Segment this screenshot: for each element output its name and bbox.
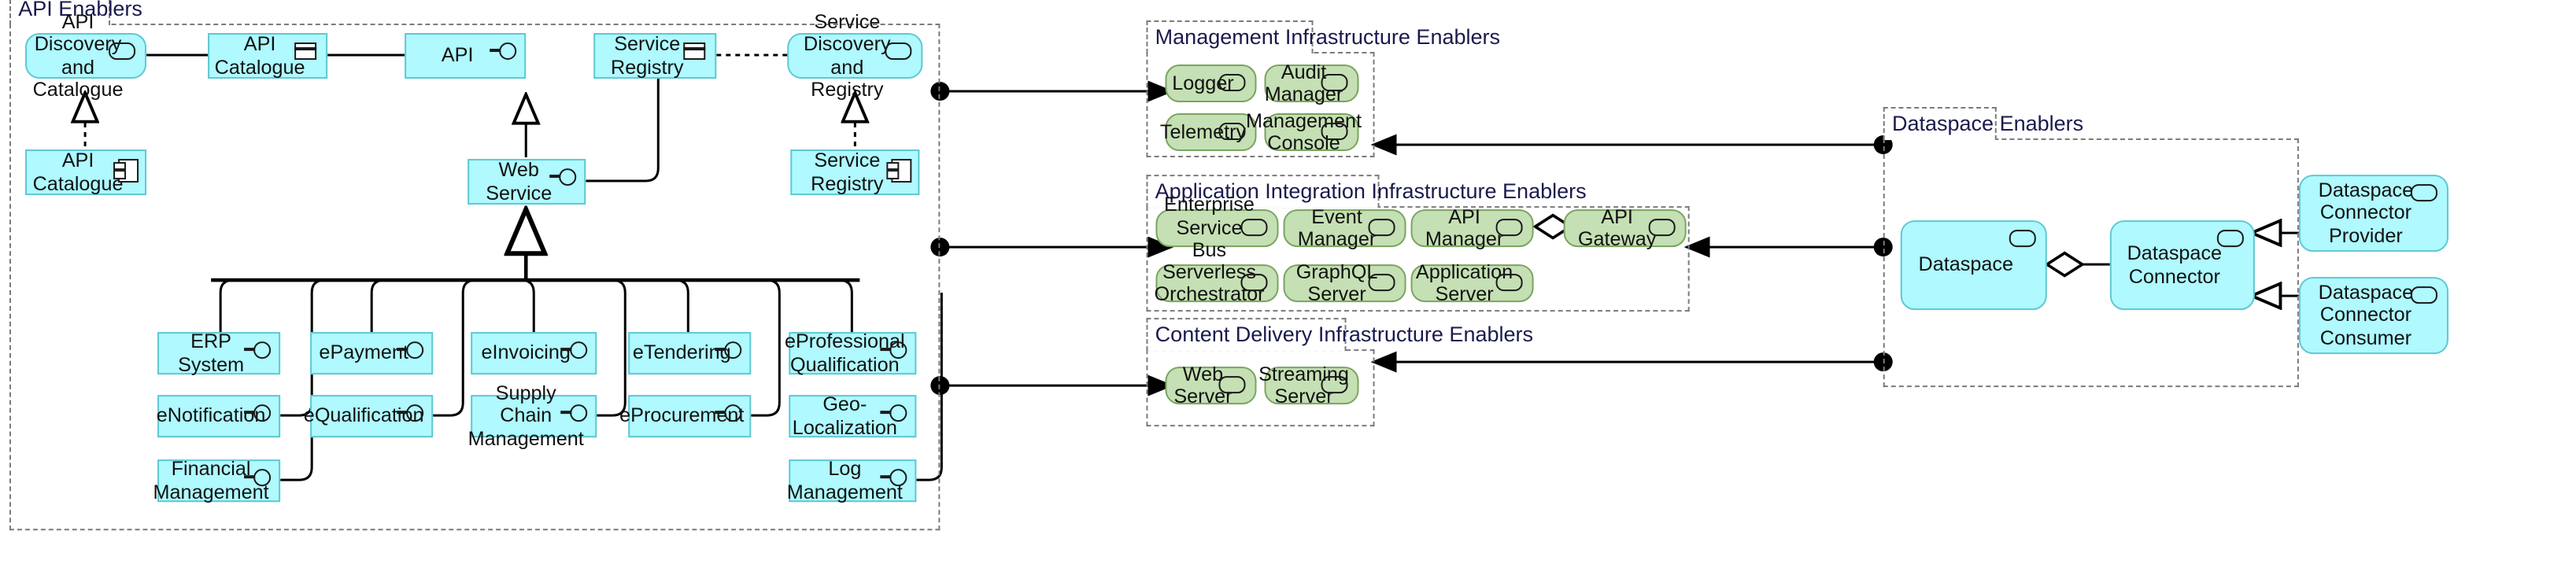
interface-icon [244,469,272,487]
node-api-discovery-and-catalogue[interactable]: API Discovery and Catalogue [25,10,147,101]
node-icon [294,42,317,61]
node-label: eInvoicing [481,341,571,364]
node-dataspace-connector-provider[interactable]: Dataspace Connector Provider [2298,175,2448,253]
interface-icon [880,341,907,359]
node-etendering[interactable]: eTendering [628,332,752,375]
interface-icon [244,404,272,422]
service-icon [1321,376,1348,394]
node-serverless-orchestrator[interactable]: Serverless Orchestrator [1154,260,1279,305]
node-management-console[interactable]: Management Console [1246,109,1362,154]
node-icon [683,42,706,61]
interface-icon [880,469,907,487]
group-label-management-infrastructure: Management Infrastructure Enablers [1145,20,1500,54]
interface-icon [490,42,517,61]
interface-icon [397,341,424,359]
node-financial-management[interactable]: Financial Management [153,458,281,503]
node-eprocurement[interactable]: eProcurement [619,395,752,438]
node-log-management[interactable]: Log Management [787,458,917,503]
component-icon [886,159,912,183]
interface-icon [880,404,907,422]
node-epayment[interactable]: ePayment [310,332,434,375]
interface-icon [549,168,577,186]
node-service-registry-service[interactable]: Service Registry [593,33,717,79]
node-label: API Gateway [1577,205,1657,251]
node-label: Dataspace Connector [2127,242,2223,288]
node-service-discovery-and-registry[interactable]: Service Discovery and Registry [787,10,923,101]
service-icon [2410,184,2437,202]
service-icon [1240,219,1268,237]
node-label: Web Service [486,159,553,205]
service-icon [1240,274,1268,292]
service-icon [2216,230,2244,248]
service-icon [1495,219,1523,237]
service-icon [2009,230,2036,248]
group-label-dataspace-enablers: Dataspace Enablers [1882,107,2083,141]
interface-icon [715,341,742,359]
group-title-text: Content Delivery Infrastructure Enablers [1155,323,1534,347]
interface-icon [560,404,588,422]
node-label: API [441,44,474,67]
node-graphql-server[interactable]: GraphQL Server [1283,260,1406,305]
node-web-server[interactable]: Web Server [1165,363,1257,407]
node-telemetry[interactable]: Telemetry [1160,113,1257,152]
node-label: GraphQL Server [1295,260,1378,306]
diagram-canvas: API Enablers Management Infrastructure E… [0,0,2576,564]
service-icon [1218,123,1246,141]
node-web-service[interactable]: Web Service [468,159,586,205]
node-label: Event Manager [1297,205,1377,251]
service-icon [1321,74,1348,92]
group-title-text: Management Infrastructure Enablers [1155,25,1501,50]
interface-icon [244,341,272,359]
node-eprofessional-qualification[interactable]: eProfessional Qualification [785,330,917,375]
node-api-manager[interactable]: API Manager [1410,205,1534,250]
service-icon [1218,74,1246,92]
node-api-gateway[interactable]: API Gateway [1563,205,1687,250]
service-icon [109,42,136,61]
node-application-server[interactable]: Application Server [1410,260,1534,305]
service-icon [1368,219,1395,237]
component-icon [113,159,139,183]
interface-icon [560,341,588,359]
node-api-catalogue-component[interactable]: API Catalogue [25,149,147,196]
node-label: Dataspace [1918,253,2014,276]
node-service-registry-component[interactable]: Service Registry [790,149,920,196]
group-title-text: Dataspace Enablers [1891,112,2084,136]
node-dataspace-connector[interactable]: Dataspace Connector [2109,220,2255,311]
node-label: API Manager [1425,205,1504,251]
service-icon [885,42,912,61]
node-geo-localization[interactable]: Geo-Localization [789,393,917,438]
service-icon [2410,286,2437,304]
node-label: ERP System [178,330,245,376]
node-label: API Catalogue [214,33,305,79]
node-equalification[interactable]: eQualification [304,395,434,438]
node-enterprise-service-bus[interactable]: Enterprise Service Bus [1155,194,1279,262]
node-audit-manager[interactable]: Audit Manager [1264,61,1359,105]
service-icon [1368,274,1395,292]
node-einvoicing[interactable]: eInvoicing [471,332,597,375]
node-label: Dataspace Connector Consumer [2318,281,2414,349]
node-label: ePayment [319,341,408,364]
node-label: Service Registry [811,149,884,195]
node-label: Service Registry [611,33,684,79]
node-supply-chain-management[interactable]: Supply Chain Management [468,382,597,450]
node-logger[interactable]: Logger [1165,65,1257,103]
node-streaming-server[interactable]: Streaming Server [1258,363,1359,407]
node-label: Dataspace Connector Provider [2318,179,2414,247]
node-api-catalogue-service[interactable]: API Catalogue [208,33,328,79]
node-label: Service Discovery and Registry [803,10,891,101]
service-icon [1218,376,1246,394]
node-dataspace[interactable]: Dataspace [1900,220,2047,311]
service-icon [1321,123,1348,141]
interface-icon [397,404,424,422]
node-label: API Catalogue [32,149,124,195]
interface-icon [715,404,742,422]
service-icon [1648,219,1676,237]
node-event-manager[interactable]: Event Manager [1283,205,1406,250]
node-dataspace-connector-consumer[interactable]: Dataspace Connector Consumer [2298,277,2448,355]
service-icon [1495,274,1523,292]
group-label-content-delivery: Content Delivery Infrastructure Enablers [1145,318,1533,352]
node-enotification[interactable]: eNotification [157,395,281,438]
node-api[interactable]: API [405,33,527,79]
node-erp-system[interactable]: ERP System [157,330,281,376]
